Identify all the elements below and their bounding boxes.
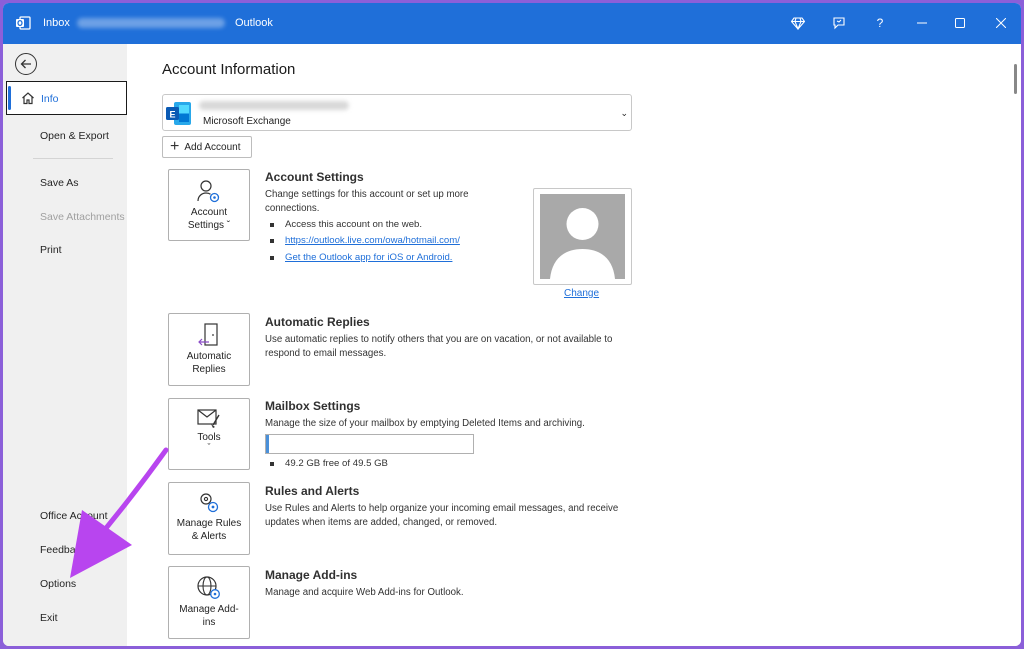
blurred-email-address <box>199 101 349 110</box>
tile-label: Account <box>190 207 228 218</box>
page-title: Account Information <box>162 61 296 78</box>
backstage-sidebar: Info Open & Export Save As Save Attachme… <box>3 44 127 646</box>
sidebar-item-info[interactable]: Info <box>6 81 127 115</box>
account-settings-button[interactable]: Account Settings ˇ <box>168 169 250 241</box>
user-settings-icon <box>197 180 220 203</box>
sidebar-item-save-as[interactable]: Save As <box>40 177 79 189</box>
rules-gear-icon <box>200 493 219 513</box>
svg-text:E: E <box>169 110 175 120</box>
tile-label: Manage Rules <box>176 518 242 529</box>
tile-label: Replies <box>192 364 226 375</box>
scrollbar-thumb[interactable] <box>1014 64 1017 94</box>
tile-label: ins <box>202 617 216 628</box>
chevron-down-icon: ⌄ <box>620 108 628 118</box>
back-button[interactable] <box>15 53 37 75</box>
section-title: Account Settings <box>265 170 364 184</box>
close-icon[interactable] <box>990 12 1012 34</box>
sidebar-item-open-export[interactable]: Open & Export <box>40 130 109 142</box>
blurred-account-name <box>77 18 225 28</box>
avatar-placeholder-icon <box>550 208 615 279</box>
selection-indicator <box>8 86 11 110</box>
sidebar-item-exit[interactable]: Exit <box>40 612 58 624</box>
chevron-down-icon: ˇ <box>224 220 231 231</box>
sidebar-item-options[interactable]: Options <box>40 578 76 590</box>
sidebar-item-label: Info <box>41 93 59 105</box>
section-title: Rules and Alerts <box>265 484 360 498</box>
add-account-button[interactable]: + Add Account <box>162 136 252 158</box>
door-exit-icon <box>198 323 218 346</box>
mailbox-tools-button[interactable]: Tools ˇ <box>168 398 250 470</box>
section-description: Use Rules and Alerts to help organize yo… <box>265 503 619 529</box>
globe-gear-icon <box>197 576 220 599</box>
outlook-window: Inbox Outlook ? Info Open & Export Save … <box>3 3 1021 646</box>
sidebar-item-save-attachments: Save Attachments <box>40 211 125 223</box>
add-account-label: Add Account <box>184 141 241 153</box>
section-title: Automatic Replies <box>265 315 370 329</box>
mailbox-quota-bar <box>265 434 474 454</box>
profile-photo <box>533 188 632 285</box>
owa-link[interactable]: https://outlook.live.com/owa/hotmail.com… <box>270 235 460 246</box>
quota-used-fill <box>266 435 269 453</box>
plus-icon: + <box>170 138 180 155</box>
manage-addins-button[interactable]: Manage Add- ins <box>168 566 250 639</box>
tile-label: Automatic <box>186 351 232 362</box>
mailbox-cleanup-icon <box>197 409 220 428</box>
sidebar-item-feedback[interactable]: Feedback <box>40 544 86 556</box>
home-icon <box>22 92 34 105</box>
sidebar-item-print[interactable]: Print <box>40 244 62 256</box>
bullet-web-access: Access this account on the web. <box>270 219 422 230</box>
section-description: Change settings for this account or set … <box>265 189 469 215</box>
manage-rules-alerts-button[interactable]: Manage Rules & Alerts <box>168 482 250 555</box>
divider <box>33 158 113 159</box>
account-type: Microsoft Exchange <box>203 116 291 127</box>
outlook-app-link[interactable]: Get the Outlook app for iOS or Android. <box>270 252 452 263</box>
section-description: Manage the size of your mailbox by empty… <box>265 418 585 429</box>
change-photo-link[interactable]: Change <box>564 288 599 299</box>
section-description: Manage and acquire Web Add-ins for Outlo… <box>265 587 464 598</box>
help-icon[interactable]: ? <box>869 12 891 34</box>
outlook-app-icon <box>16 16 31 30</box>
account-selector[interactable]: E Microsoft Exchange ⌄ <box>162 94 632 131</box>
tile-label: Manage Add- <box>179 604 239 615</box>
tile-label: & Alerts <box>191 531 227 542</box>
sidebar-item-office-account[interactable]: Office Account <box>40 510 108 522</box>
maximize-icon[interactable] <box>949 12 971 34</box>
chevron-down-icon: ˇ <box>207 442 211 452</box>
section-title: Manage Add-ins <box>265 568 358 582</box>
app-title: Outlook <box>235 17 273 29</box>
mailbox-usage: 49.2 GB free of 49.5 GB <box>270 458 388 469</box>
exchange-logo-icon: E <box>166 102 191 125</box>
feedback-icon[interactable] <box>828 12 850 34</box>
arrow-left-icon <box>20 59 31 69</box>
section-description: Use automatic replies to notify others t… <box>265 334 613 360</box>
minimize-icon[interactable] <box>911 12 933 34</box>
premium-diamond-icon[interactable] <box>787 12 809 34</box>
section-title: Mailbox Settings <box>265 399 361 413</box>
folder-title: Inbox <box>43 17 70 29</box>
automatic-replies-button[interactable]: Automatic Replies <box>168 313 250 386</box>
title-bar: Inbox Outlook ? <box>3 3 1021 44</box>
vertical-scrollbar[interactable] <box>1013 56 1019 636</box>
account-info-panel: Account Information E Microsoft Exchange… <box>127 44 1021 646</box>
tile-label: Settings ˇ <box>187 220 231 231</box>
